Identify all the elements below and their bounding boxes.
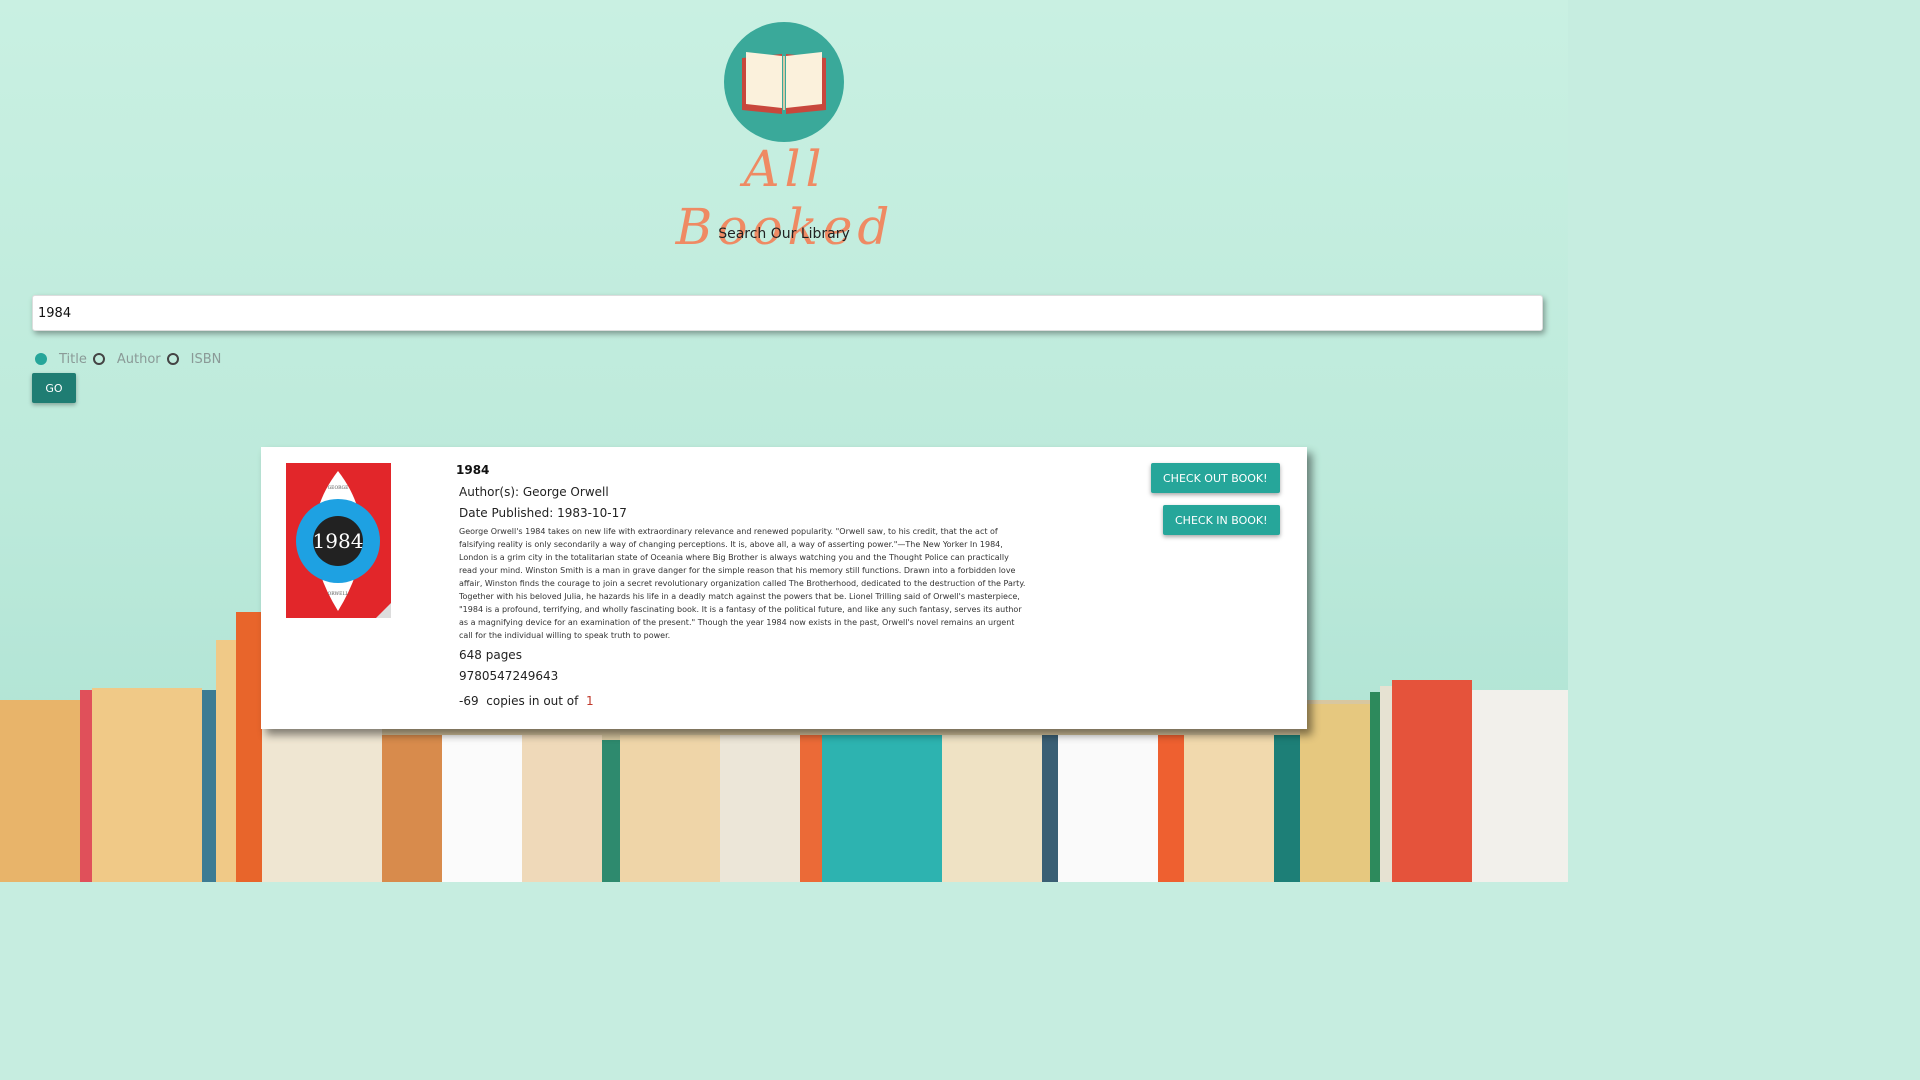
radio-title-label[interactable]: Title [59,352,87,367]
radio-title[interactable] [35,353,47,365]
result-card: GEORGE 1984 ORWELL 1984 Author(s): Georg… [261,447,1307,729]
radio-author-label[interactable]: Author [117,352,161,367]
book-isbn: 9780547249643 [459,669,559,683]
copies-in-count: -69 [459,694,479,708]
book-authors: Author(s): George Orwell [459,485,609,499]
search-input[interactable] [32,295,1543,331]
radio-author[interactable] [92,353,105,365]
radio-isbn[interactable] [166,353,179,365]
check-out-button[interactable]: CHECK OUT BOOK! [1151,463,1280,493]
radio-isbn-label[interactable]: ISBN [191,352,222,367]
book-date-published: Date Published: 1983-10-17 [459,506,627,520]
search-filter-group: Title Author ISBN [35,350,227,368]
logo-circle [724,22,844,142]
cover-title: 1984 [313,529,364,553]
cover-author-bottom: ORWELL [328,591,349,597]
copies-text: copies in out of [486,694,579,708]
check-in-button[interactable]: CHECK IN BOOK! [1163,505,1280,535]
book-pages: 648 pages [459,648,522,662]
open-book-icon [742,52,826,114]
book-title: 1984 [456,463,490,477]
go-button[interactable]: GO [32,373,76,403]
copies-total-count: 1 [586,694,594,708]
cover-author-top: GEORGE [328,485,349,491]
book-description: George Orwell's 1984 takes on new life w… [459,527,1026,640]
book-copies: -69 copies in out of 1 [459,694,594,708]
page-subtitle: Search Our Library [718,226,850,242]
book-cover-image: GEORGE 1984 ORWELL [286,463,391,618]
